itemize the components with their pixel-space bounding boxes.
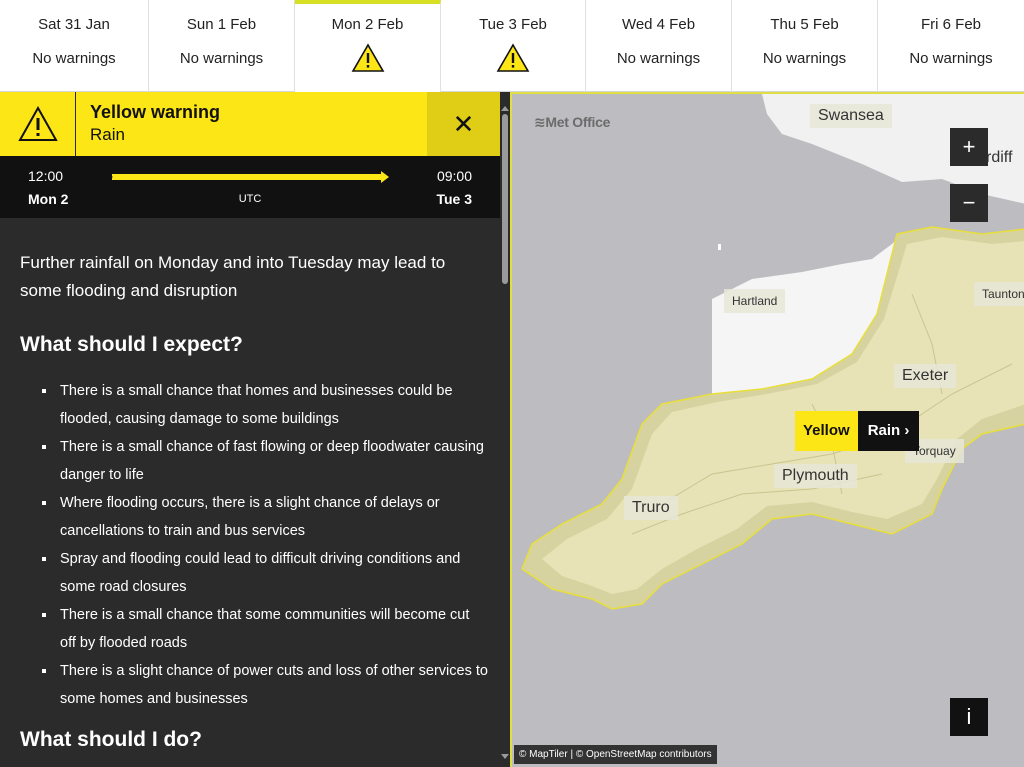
map-warning-type: Rain › — [857, 411, 920, 451]
day-tab-tue-3-feb[interactable]: Tue 3 Feb — [441, 0, 586, 92]
day-status: No warnings — [179, 50, 264, 67]
end-day: Tue 3 — [436, 191, 472, 207]
day-tab-fri-6-feb[interactable]: Fri 6 Feb No warnings — [878, 0, 1024, 92]
map-canvas — [521, 94, 1024, 610]
expect-heading: What should I expect? — [20, 333, 243, 356]
warning-summary: Further rainfall on Monday and into Tues… — [20, 253, 446, 300]
day-status: No warnings — [32, 50, 116, 67]
map-warning-label[interactable]: Yellow Rain › — [795, 411, 920, 451]
place-label-exeter: Exeter — [894, 364, 957, 388]
do-heading: What should I do? — [20, 728, 202, 751]
scroll-up-arrow-icon[interactable] — [501, 106, 509, 111]
day-status: No warnings — [909, 50, 993, 67]
scroll-down-arrow-icon[interactable] — [501, 754, 509, 759]
day-name: Mon 2 Feb — [331, 16, 404, 33]
place-label-truro: Truro — [624, 496, 678, 520]
scrollbar-thumb[interactable] — [502, 114, 508, 284]
day-tab-wed-4-feb[interactable]: Wed 4 Feb No warnings — [586, 0, 732, 92]
warning-header: Yellow warning Rain ✕ — [0, 92, 500, 156]
timeline-arrow-icon — [381, 171, 389, 183]
day-name: Sun 1 Feb — [186, 16, 257, 33]
day-tabs: Sat 31 Jan No warnings Sun 1 Feb No warn… — [0, 0, 1024, 92]
place-label-swansea: Swansea — [810, 104, 892, 128]
list-item: There is a small chance of fast flowing … — [42, 433, 488, 489]
warning-details: Further rainfall on Monday and into Tues… — [0, 218, 500, 767]
list-item: There is a slight chance of power cuts a… — [42, 657, 488, 713]
day-status: No warnings — [762, 50, 847, 67]
list-item: Spray and flooding could lead to difficu… — [42, 545, 488, 601]
day-name: Fri 6 Feb — [920, 16, 981, 33]
warning-level: Yellow warning — [90, 102, 221, 122]
zoom-out-button[interactable]: − — [950, 184, 988, 222]
warning-triangle-icon — [18, 106, 58, 141]
day-tab-sat-31-jan[interactable]: Sat 31 Jan No warnings — [0, 0, 149, 92]
close-button[interactable]: ✕ — [427, 92, 500, 156]
list-item: There is a small chance that homes and b… — [42, 377, 488, 433]
day-tab-thu-5-feb[interactable]: Thu 5 Feb No warnings — [732, 0, 878, 92]
day-name: Tue 3 Feb — [479, 16, 547, 33]
warning-triangle-icon — [496, 43, 530, 72]
start-time: 12:00 — [28, 168, 64, 184]
place-label-hartland: Hartland — [724, 289, 786, 313]
list-item: Where flooding occurs, there is a slight… — [42, 489, 488, 545]
met-office-logo: ≋Met Office — [534, 114, 611, 130]
place-label-taunton: Taunton — [974, 282, 1024, 306]
place-label-plymouth: Plymouth — [774, 464, 857, 488]
expect-list: There is a small chance that homes and b… — [20, 377, 488, 713]
warning-icon-box — [0, 92, 76, 156]
zoom-in-button[interactable]: + — [950, 128, 988, 166]
day-tab-mon-2-feb[interactable]: Mon 2 Feb — [295, 0, 441, 92]
lundy-island — [718, 244, 721, 250]
map-warning-level: Yellow — [795, 411, 858, 451]
day-name: Thu 5 Feb — [770, 16, 839, 33]
end-time: 09:00 — [436, 168, 472, 184]
day-status: No warnings — [616, 50, 701, 67]
timezone-label: UTC — [238, 193, 262, 205]
day-tab-sun-1-feb[interactable]: Sun 1 Feb No warnings — [149, 0, 295, 92]
map[interactable]: ≋Met Office Swansea rdiff Hartland Taunt… — [510, 92, 1024, 767]
list-item: There is a small chance that some commun… — [42, 601, 488, 657]
timeline-bar-start-notch — [108, 174, 113, 180]
warning-triangle-icon — [351, 43, 384, 72]
info-button[interactable]: i — [950, 698, 988, 736]
warning-panel: Yellow warning Rain ✕ 12:00 Mon 2 UTC 09… — [0, 92, 510, 767]
warning-timeline: 12:00 Mon 2 UTC 09:00 Tue 3 — [0, 156, 500, 218]
timeline-bar — [112, 174, 382, 180]
day-name: Wed 4 Feb — [621, 16, 696, 33]
map-attribution[interactable]: © MapTiler | © OpenStreetMap contributor… — [514, 745, 717, 764]
warning-type: Rain — [90, 125, 125, 144]
day-name: Sat 31 Jan — [38, 16, 110, 33]
